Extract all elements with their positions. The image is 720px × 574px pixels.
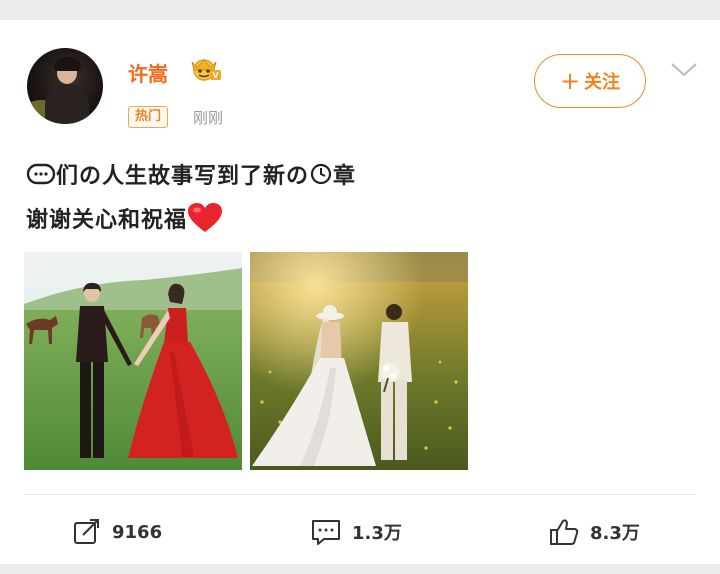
emoji-face-icon — [26, 163, 56, 185]
thumbs-up-icon — [550, 519, 579, 545]
hot-tag: 热门 — [128, 106, 169, 128]
post-text-part-2: 章 — [333, 164, 357, 189]
comment-count: 1.3万 — [352, 523, 402, 544]
chevron-down-icon[interactable] — [670, 60, 698, 80]
comment-button[interactable]: 1.3万 — [310, 516, 402, 548]
post-text-thanks: 谢谢关心和祝福 — [26, 208, 188, 233]
weibo-post-card: 许嵩 V 热门 刚刚 + 关注 们の人生故事写到了新の 章 谢谢关心和祝福 91… — [0, 20, 720, 564]
repost-count: 9166 — [112, 521, 163, 543]
follow-label: 关注 — [584, 72, 621, 93]
repost-icon — [74, 519, 99, 544]
post-text-part-1: 们の人生故事写到了新の — [56, 164, 310, 189]
like-count: 8.3万 — [590, 523, 640, 544]
follow-button[interactable]: + 关注 — [534, 54, 646, 108]
clock-emoji-icon — [310, 163, 332, 185]
wedding-photo-2[interactable] — [250, 252, 468, 470]
like-button[interactable]: 8.3万 — [548, 516, 640, 548]
avatar[interactable] — [27, 48, 103, 124]
red-heart-emoji — [188, 203, 223, 232]
vip-crown-icon: V — [191, 59, 221, 81]
comment-icon — [312, 520, 340, 545]
post-text-line-1: 们の人生故事写到了新の 章 — [26, 158, 356, 190]
username[interactable]: 许嵩 — [128, 58, 168, 87]
post-text-line-2: 谢谢关心和祝福 — [26, 202, 223, 234]
wedding-photo-1[interactable] — [24, 252, 242, 470]
repost-button[interactable]: 9166 — [72, 516, 162, 548]
post-time: 刚刚 — [193, 109, 224, 127]
plus-icon: + — [559, 67, 581, 95]
svg-text:V: V — [212, 71, 219, 80]
divider — [24, 494, 696, 495]
